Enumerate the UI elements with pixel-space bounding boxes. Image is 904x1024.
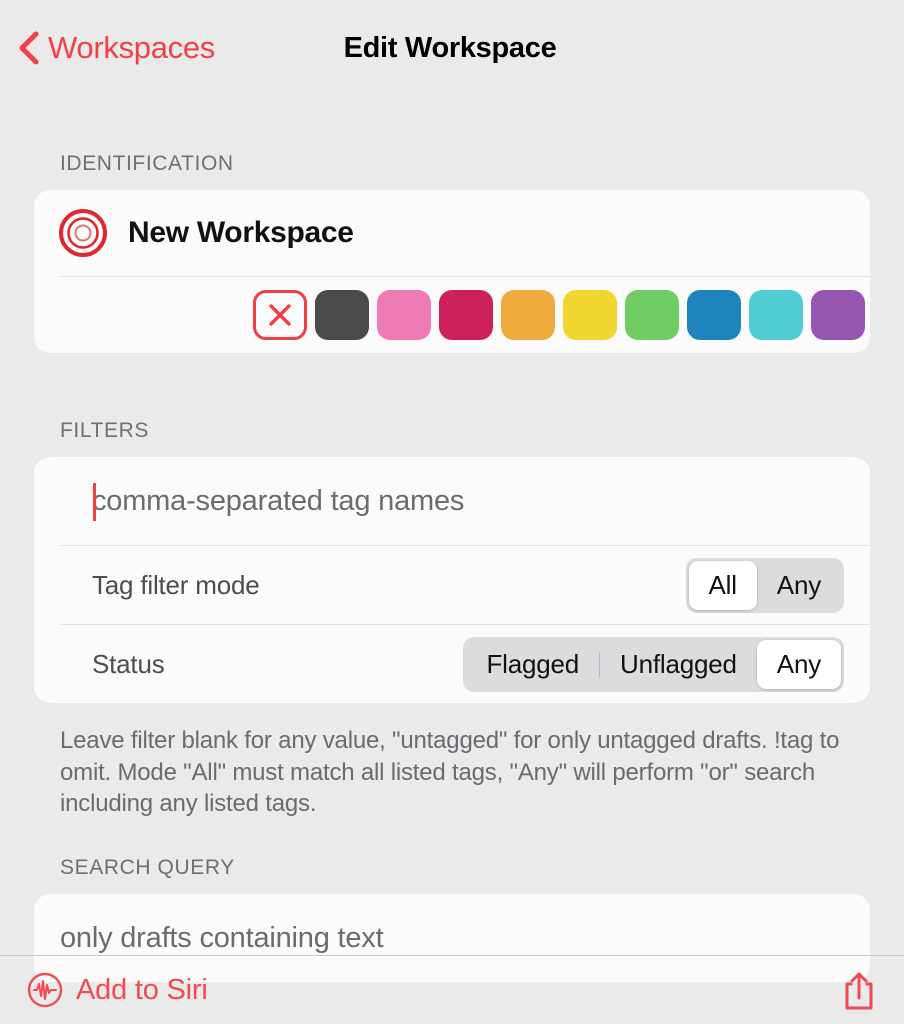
search-query-placeholder: only drafts containing text <box>60 921 384 954</box>
add-to-siri-button[interactable]: Add to Siri <box>26 971 208 1009</box>
filters-footnote: Leave filter blank for any value, "untag… <box>60 727 840 818</box>
search-query-section-header: SEARCH QUERY <box>60 856 235 880</box>
share-upload-icon[interactable] <box>840 968 878 1012</box>
target-concentric-circles-icon <box>59 209 107 257</box>
chevron-left-icon <box>19 31 39 65</box>
text-cursor <box>93 483 96 521</box>
swatch-cyan[interactable] <box>749 290 803 340</box>
siri-waveform-circle-icon <box>27 972 63 1008</box>
status-label: Status <box>92 648 165 679</box>
segment-flagged[interactable]: Flagged <box>466 640 599 689</box>
segment-any[interactable]: Any <box>757 561 841 610</box>
color-swatch-row <box>34 277 870 353</box>
filters-section: FILTERS comma-separated tag names Tag fi… <box>0 419 904 820</box>
tag-filter-mode-row: Tag filter mode All Any <box>34 546 870 624</box>
tag-filter-mode-label: Tag filter mode <box>92 569 260 600</box>
navigation-bar: Workspaces Edit Workspace <box>0 0 904 96</box>
status-row: Status Flagged Unflagged Any <box>34 625 870 703</box>
swatch-purple[interactable] <box>811 290 865 340</box>
tag-filter-placeholder: comma-separated tag names <box>92 484 465 517</box>
identification-card: New Workspace <box>34 190 870 353</box>
status-segmented-control[interactable]: Flagged Unflagged Any <box>463 636 844 692</box>
swatch-green[interactable] <box>625 290 679 340</box>
segment-all[interactable]: All <box>688 560 757 610</box>
add-to-siri-label: Add to Siri <box>76 973 208 1006</box>
identification-section-header: IDENTIFICATION <box>60 152 234 175</box>
bottom-toolbar: Add to Siri <box>0 956 904 1024</box>
swatch-orange[interactable] <box>501 290 555 340</box>
workspace-name-row[interactable]: New Workspace <box>34 190 870 276</box>
swatch-pink[interactable] <box>377 290 431 340</box>
segment-unflagged[interactable]: Unflagged <box>600 640 757 689</box>
x-icon <box>269 304 291 326</box>
swatch-dark-gray[interactable] <box>315 290 369 340</box>
segment-status-any[interactable]: Any <box>756 639 841 689</box>
workspace-name-value: New Workspace <box>128 216 354 249</box>
swatch-blue[interactable] <box>687 290 741 340</box>
swatch-crimson[interactable] <box>439 290 493 340</box>
back-button-label: Workspaces <box>48 30 215 65</box>
swatch-no-color[interactable] <box>253 290 307 340</box>
tag-filter-input-row[interactable]: comma-separated tag names <box>34 457 870 545</box>
filters-section-header: FILTERS <box>60 419 149 442</box>
filters-card: comma-separated tag names Tag filter mod… <box>34 457 870 703</box>
identification-section: IDENTIFICATION New Workspace <box>0 152 904 353</box>
tag-filter-mode-segmented-control[interactable]: All Any <box>685 557 844 613</box>
back-button[interactable]: Workspaces <box>18 30 215 66</box>
swatch-yellow[interactable] <box>563 290 617 340</box>
